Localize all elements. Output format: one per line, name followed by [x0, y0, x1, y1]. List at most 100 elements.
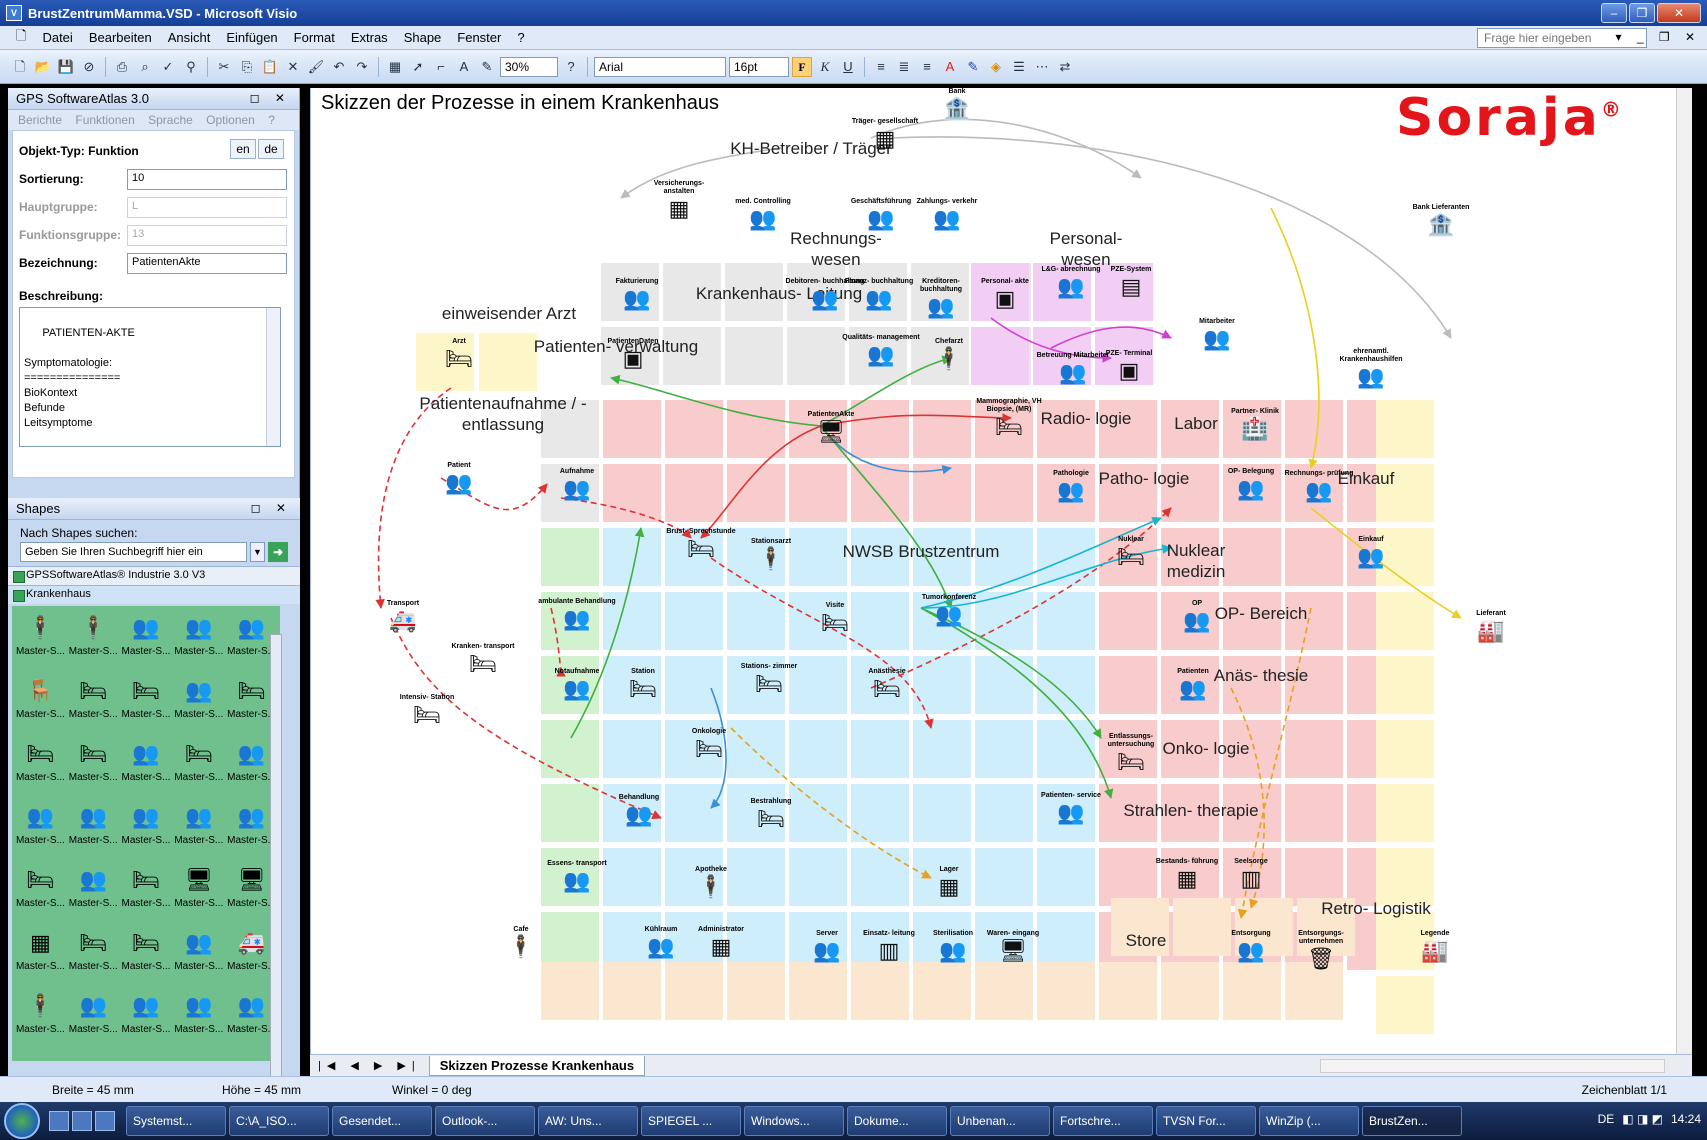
diagram-node[interactable]: Intensiv- Station 🛏 — [387, 694, 467, 728]
taskbar-button[interactable]: Outlook-... — [435, 1106, 535, 1136]
align-left-icon[interactable]: ≡ — [871, 57, 891, 77]
line-ends-icon[interactable]: ⇄ — [1055, 57, 1075, 77]
stencil-master-shape[interactable]: 🛏 Master-S... — [67, 927, 120, 990]
menu-extras[interactable]: Extras — [343, 30, 396, 45]
diagram-node[interactable]: Behandlung 👥 — [599, 794, 679, 828]
diagram-node[interactable]: Patient 👥 — [419, 462, 499, 496]
font-select[interactable]: Arial — [594, 56, 726, 77]
spelling-icon[interactable]: ✓ — [158, 57, 178, 77]
stencil-master-shape[interactable]: 👥 Master-S... — [172, 801, 225, 864]
connector-tool-icon[interactable]: ⌐ — [431, 57, 451, 77]
new-icon[interactable]: 🗋 — [10, 57, 30, 77]
diagram-node[interactable]: Seelsorge ▥ — [1211, 858, 1291, 892]
menu-ansicht[interactable]: Ansicht — [160, 30, 219, 45]
gps-menu-funktionen[interactable]: Funktionen — [75, 113, 134, 127]
stencil-master-shape[interactable]: 👥 Master-S... — [172, 612, 225, 675]
format-painter-icon[interactable]: 🖌 — [306, 57, 326, 77]
diagram-node[interactable]: Arzt 🛏 — [419, 338, 499, 372]
stencil-master-shape[interactable]: 🛏 Master-S... — [120, 927, 173, 990]
taskbar-button[interactable]: BrustZen... — [1362, 1106, 1462, 1136]
minimize-button[interactable]: – — [1601, 3, 1627, 23]
shapes-icon[interactable]: ▦ — [385, 57, 405, 77]
stencil-master-shape[interactable]: 👥 Master-S... — [120, 990, 173, 1053]
diagram-node[interactable]: Bank 🏦 — [917, 88, 997, 122]
gps-menu-help[interactable]: ? — [268, 113, 275, 127]
tray-language[interactable]: DE — [1598, 1112, 1615, 1126]
drawing-canvas[interactable]: Skizzen der Prozesse in einem Krankenhau… — [310, 88, 1692, 1054]
taskbar-button[interactable]: Gesendet... — [332, 1106, 432, 1136]
menu-help[interactable]: ? — [509, 30, 532, 45]
pointer-tool-icon[interactable]: ➚ — [408, 57, 428, 77]
canvas-vertical-scrollbar[interactable] — [1676, 88, 1692, 1054]
stencil-master-shape[interactable]: 🖥 Master-S... — [172, 864, 225, 927]
diagram-node[interactable]: Entsorgungs- unternehmen 🗑 — [1281, 930, 1361, 972]
gps-menu-berichte[interactable]: Berichte — [18, 113, 62, 127]
diagram-node[interactable]: Administrator ▦ — [681, 926, 761, 960]
diagram-node[interactable]: Patienten 👥 — [1153, 668, 1233, 702]
stencil-tab-krankenhaus[interactable]: Krankenhaus — [8, 585, 300, 604]
drawing-tools-icon[interactable]: ✎ — [477, 57, 497, 77]
taskbar-button[interactable]: Windows... — [744, 1106, 844, 1136]
diagram-node[interactable]: Partner- Klinik 🏥 — [1215, 408, 1295, 442]
hauptgruppe-field[interactable]: L — [127, 196, 287, 218]
diagram-node[interactable]: Versicherungs- anstalten ▦ — [639, 180, 719, 222]
help-icon[interactable]: ? — [561, 57, 581, 77]
diagram-node[interactable]: Essens- transport 👥 — [537, 860, 617, 894]
permission-icon[interactable]: ⊘ — [79, 57, 99, 77]
diagram-node[interactable]: PZE-System ▤ — [1091, 266, 1171, 300]
research-icon[interactable]: ⚲ — [181, 57, 201, 77]
search-dropdown-icon[interactable]: ▼ — [249, 542, 266, 562]
diagram-node[interactable]: Lager ▦ — [909, 866, 989, 900]
font-color-icon[interactable]: A — [940, 57, 960, 77]
stencil-master-shape[interactable]: 🛏 Master-S... — [67, 738, 120, 801]
paste-icon[interactable]: 📋 — [260, 57, 280, 77]
diagram-node[interactable]: Visite 🛏 — [795, 602, 875, 636]
fill-color-icon[interactable]: ◈ — [986, 57, 1006, 77]
stencil-master-shape[interactable]: 👥 Master-S... — [120, 738, 173, 801]
italic-button[interactable]: K — [815, 57, 835, 77]
diagram-node[interactable]: Patienten- service 👥 — [1031, 792, 1111, 826]
taskbar-button[interactable]: TVSN For... — [1156, 1106, 1256, 1136]
diagram-node[interactable]: Chefarzt 🕴 — [909, 338, 989, 372]
diagram-node[interactable]: Rechnungs- prüfung 👥 — [1279, 470, 1359, 504]
diagram-node[interactable]: Lieferant 🏭 — [1451, 610, 1531, 644]
diagram-node[interactable]: ambulante Behandlung 👥 — [537, 598, 617, 632]
menu-einfuegen[interactable]: Einfügen — [218, 30, 285, 45]
tray-icons[interactable]: ◧ ◨ ◩ — [1622, 1112, 1663, 1126]
print-icon[interactable]: ⎙ — [112, 57, 132, 77]
diagram-node[interactable]: Mammographie, VH Biopsie, (MR) 🛏 — [969, 398, 1049, 440]
diagram-node[interactable]: Kranken- transport 🛏 — [443, 643, 523, 677]
sortierung-field[interactable]: 10 — [127, 168, 287, 190]
stencil-master-shape[interactable]: 🛏 Master-S... — [172, 738, 225, 801]
stencil-scrollbar[interactable] — [270, 634, 282, 1089]
print-preview-icon[interactable]: ⌕ — [135, 57, 155, 77]
lang-de-button[interactable]: de — [258, 139, 284, 159]
stencil-tab-industrie[interactable]: GPSSoftwareAtlas® Industrie 3.0 V3 — [8, 566, 300, 585]
diagram-node[interactable]: Entsorgung 👥 — [1211, 930, 1291, 964]
funktionsgruppe-field[interactable]: 13 — [127, 224, 287, 246]
canvas-horizontal-scrollbar[interactable] — [1320, 1059, 1665, 1073]
diagram-node[interactable]: Pathologie 👥 — [1031, 470, 1111, 504]
gps-panel-close-icon[interactable]: ◻ ✕ — [250, 91, 291, 105]
shapes-panel-close-icon[interactable]: ◻ ✕ — [251, 501, 292, 515]
align-center-icon[interactable]: ≣ — [894, 57, 914, 77]
menu-bearbeiten[interactable]: Bearbeiten — [81, 30, 160, 45]
redo-icon[interactable]: ↷ — [352, 57, 372, 77]
stencil-master-shape[interactable]: 🛏 Master-S... — [120, 675, 173, 738]
quicklaunch-desktop-icon[interactable] — [49, 1111, 69, 1131]
line-pattern-icon[interactable]: ⋯ — [1032, 57, 1052, 77]
taskbar-button[interactable]: Fortschre... — [1053, 1106, 1153, 1136]
stencil-master-shape[interactable]: 🛏 Master-S... — [120, 864, 173, 927]
stencil-master-shape[interactable]: 🛏 Master-S... — [14, 864, 67, 927]
taskbar-button[interactable]: Dokume... — [847, 1106, 947, 1136]
quicklaunch-ie-icon[interactable] — [95, 1111, 115, 1131]
diagram-node[interactable]: Zahlungs- verkehr 👥 — [907, 198, 987, 232]
open-icon[interactable]: 📂 — [33, 57, 53, 77]
stencil-master-shape[interactable]: 🪑 Master-S... — [14, 675, 67, 738]
taskbar-button[interactable]: AW: Uns... — [538, 1106, 638, 1136]
diagram-node[interactable]: Station 🛏 — [603, 668, 683, 702]
textarea-scrollbar[interactable] — [266, 308, 280, 446]
search-go-icon[interactable]: ➜ — [268, 542, 288, 562]
page-nav-arrows[interactable]: |◀ ◀ ▶ ▶| — [310, 1059, 429, 1072]
bezeichnung-field[interactable]: PatientenAkte — [127, 252, 287, 274]
